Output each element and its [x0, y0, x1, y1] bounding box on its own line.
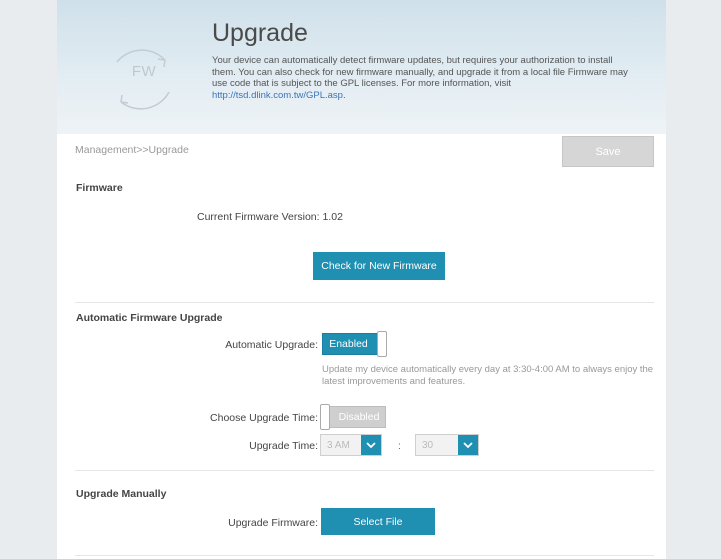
minute-select[interactable]: 30	[415, 434, 479, 456]
toggle-state-label: Enabled	[329, 338, 368, 350]
manual-upgrade-section-title: Upgrade Manually	[76, 488, 167, 500]
check-firmware-button[interactable]: Check for New Firmware	[313, 252, 445, 280]
choose-upgrade-time-label: Choose Upgrade Time:	[210, 412, 318, 424]
divider	[75, 302, 654, 303]
toggle-state-label: Disabled	[338, 411, 380, 423]
auto-upgrade-description: Update my device automatically every day…	[322, 364, 654, 387]
current-version-label: Current Firmware Version:	[197, 211, 320, 223]
toggle-knob[interactable]	[320, 404, 330, 430]
toggle-knob[interactable]	[377, 331, 387, 357]
current-version-value: 1.02	[322, 211, 343, 223]
chevron-down-icon[interactable]	[361, 435, 381, 455]
hour-select[interactable]: 3 AM	[320, 434, 382, 456]
upgrade-firmware-label: Upgrade Firmware:	[228, 517, 318, 529]
firmware-section-title: Firmware	[76, 182, 123, 194]
auto-upgrade-section-title: Automatic Firmware Upgrade	[76, 312, 223, 324]
minute-select-value: 30	[422, 439, 434, 451]
current-version-row: Current Firmware Version: 1.02	[197, 211, 343, 223]
upgrade-time-label: Upgrade Time:	[249, 440, 318, 452]
description-period: .	[342, 89, 346, 101]
description-text: Your device can automatically detect fir…	[212, 55, 628, 89]
firmware-icon-label: FW	[131, 63, 157, 80]
main-panel: FW Upgrade Your device can automatically…	[57, 0, 666, 559]
automatic-upgrade-label: Automatic Upgrade:	[225, 339, 318, 351]
divider	[75, 470, 654, 471]
gpl-link[interactable]: http://tsd.dlink.com.tw/GPL.asp	[212, 90, 343, 101]
save-button[interactable]: Save	[562, 136, 654, 167]
page-description: Your device can automatically detect fir…	[212, 55, 632, 101]
automatic-upgrade-toggle[interactable]: Enabled	[322, 331, 387, 357]
header-banner: FW Upgrade Your device can automatically…	[57, 0, 666, 134]
breadcrumb[interactable]: Management>>Upgrade	[75, 144, 189, 156]
choose-upgrade-time-toggle[interactable]: Disabled	[320, 404, 386, 430]
page-title: Upgrade	[212, 19, 308, 47]
divider	[75, 555, 654, 556]
select-file-button[interactable]: Select File	[321, 508, 435, 535]
time-separator: :	[398, 440, 401, 452]
chevron-down-icon[interactable]	[458, 435, 478, 455]
hour-select-value: 3 AM	[327, 439, 350, 451]
